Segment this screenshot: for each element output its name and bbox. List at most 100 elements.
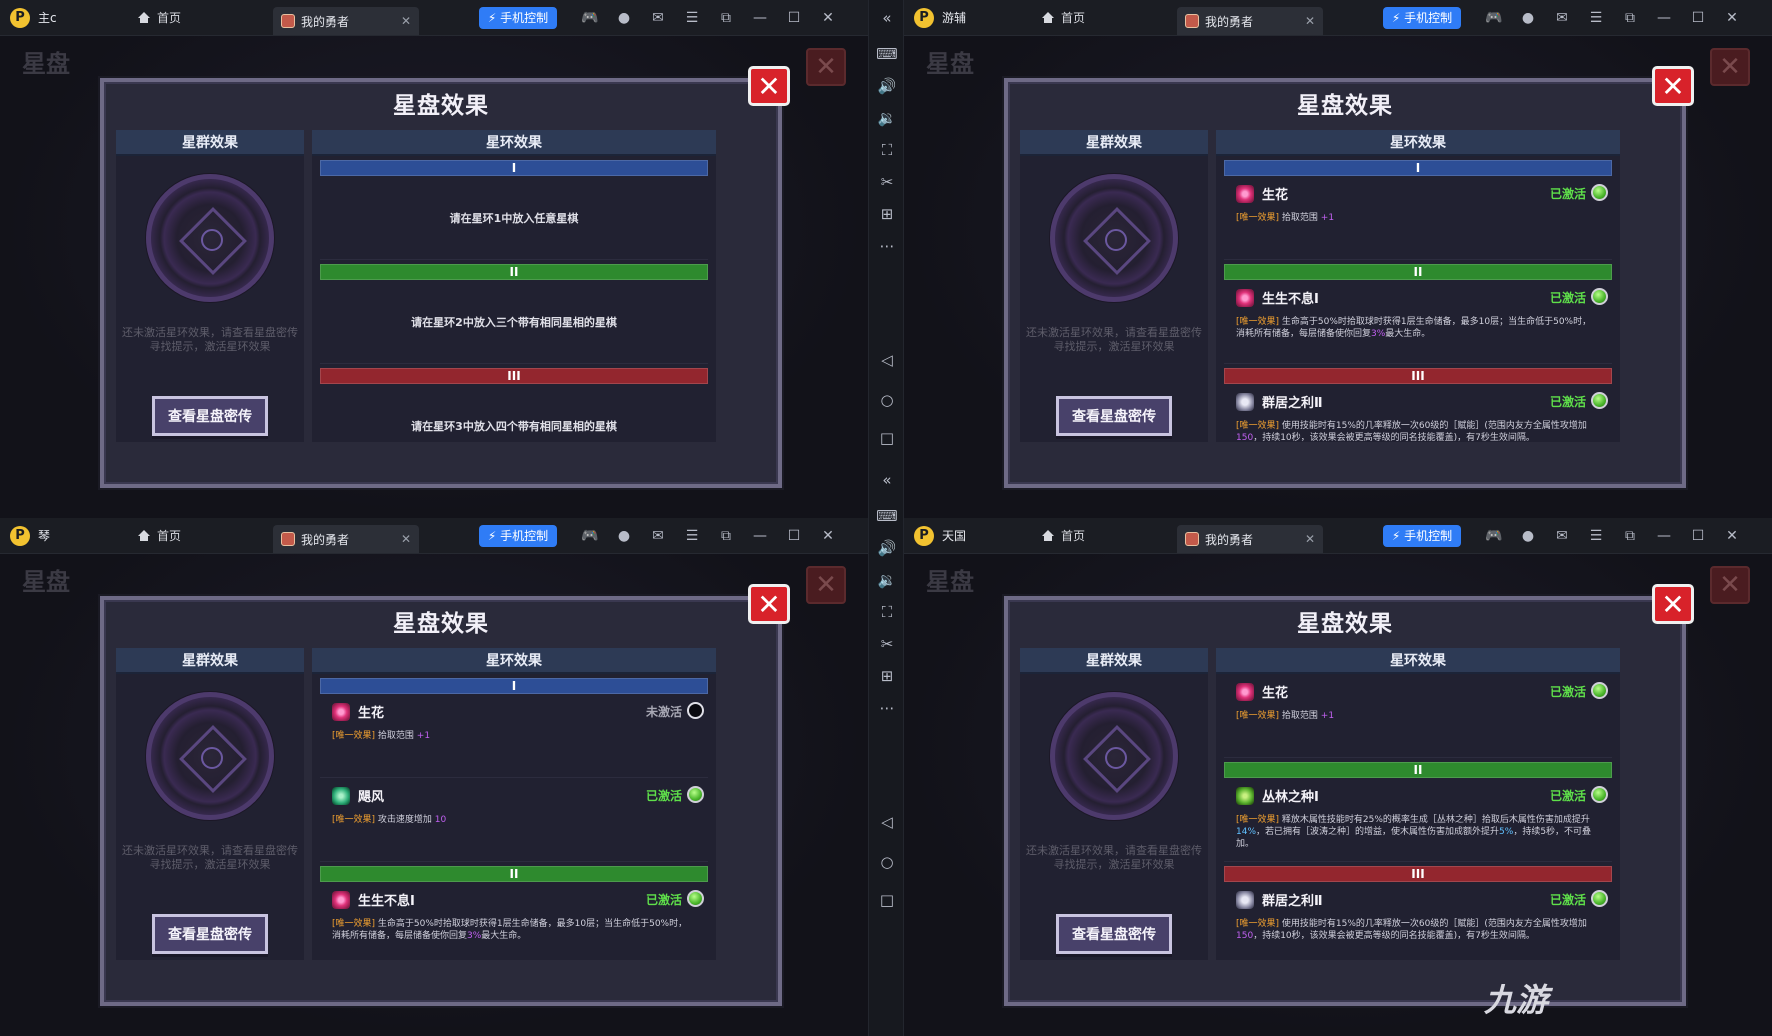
home-tab[interactable]: 首页 <box>1042 527 1177 544</box>
scissors-icon[interactable]: ✂ <box>869 166 905 198</box>
user-icon[interactable]: ● <box>607 10 641 26</box>
mail-icon[interactable]: ✉ <box>641 10 675 26</box>
ring-2-bar: II <box>1224 762 1612 778</box>
home-tab[interactable]: 首页 <box>138 9 273 26</box>
close-window-icon[interactable]: ✕ <box>1715 528 1749 544</box>
close-tab-icon[interactable]: ✕ <box>1305 14 1315 28</box>
effect-description: [唯一效果] 拾取范围 +1 <box>1236 212 1596 224</box>
gamepad-icon[interactable]: 🎮 <box>573 10 607 26</box>
background-close-icon: ✕ <box>1710 48 1750 86</box>
maximize-icon[interactable]: ☐ <box>1681 10 1715 26</box>
keyboard-icon[interactable]: ⌨ <box>869 38 905 70</box>
unique-tag: [唯一效果] <box>332 731 376 741</box>
game-tab[interactable]: 我的勇者 ✕ <box>1177 7 1323 35</box>
volume-up-icon[interactable]: 🔊 <box>869 532 905 564</box>
restore-icon[interactable]: ⧉ <box>1613 10 1647 26</box>
home-tab[interactable]: 首页 <box>138 527 273 544</box>
phone-control-button[interactable]: ⚡ 手机控制 <box>1383 6 1461 29</box>
close-panel-button[interactable]: ✕ <box>1652 584 1694 624</box>
view-starplate-lore-button[interactable]: 查看星盘密传 <box>152 396 268 436</box>
maximize-icon[interactable]: ☐ <box>777 10 811 26</box>
view-starplate-lore-button[interactable]: 查看星盘密传 <box>1056 914 1172 954</box>
user-icon[interactable]: ● <box>607 528 641 544</box>
recent-apps-icon[interactable]: □ <box>869 422 905 454</box>
close-window-icon[interactable]: ✕ <box>811 10 845 26</box>
effect-shenghua[interactable]: 生花 未激活 [唯一效果] 拾取范围 +1 <box>320 694 708 778</box>
screenshot-icon[interactable]: ⛶ <box>869 134 905 166</box>
effect-shenghua[interactable]: 生花 已激活 [唯一效果] 拾取范围 +1 <box>1224 176 1612 260</box>
restore-icon[interactable]: ⧉ <box>709 528 743 544</box>
volume-up-icon[interactable]: 🔊 <box>869 70 905 102</box>
home-circle-icon[interactable]: ○ <box>869 846 905 878</box>
minimize-icon[interactable]: — <box>743 10 777 26</box>
mail-icon[interactable]: ✉ <box>641 528 675 544</box>
home-circle-icon[interactable]: ○ <box>869 384 905 416</box>
add-window-icon[interactable]: ⊞ <box>869 198 905 230</box>
mail-icon[interactable]: ✉ <box>1545 10 1579 26</box>
phone-control-button[interactable]: ⚡ 手机控制 <box>1383 524 1461 547</box>
keyboard-icon[interactable]: ⌨ <box>869 500 905 532</box>
cluster-effects-column: 星群效果 还未激活星环效果，请查看星盘密传寻找提示，激活星环效果 查看星盘密传 <box>1020 648 1208 960</box>
cluster-effects-header: 星群效果 <box>1020 648 1208 674</box>
user-icon[interactable]: ● <box>1511 10 1545 26</box>
effect-conglin[interactable]: 丛林之种Ⅰ 已激活 [唯一效果] 释放木属性技能时有25%的概率生成［丛林之种］… <box>1224 778 1612 862</box>
user-icon[interactable]: ● <box>1511 528 1545 544</box>
more-icon[interactable]: ⋯ <box>869 230 905 262</box>
close-panel-button[interactable]: ✕ <box>1652 66 1694 106</box>
gamepad-icon[interactable]: 🎮 <box>573 528 607 544</box>
unique-tag: [唯一效果] <box>332 919 376 929</box>
game-tab[interactable]: 我的勇者 ✕ <box>273 525 419 553</box>
menu-icon[interactable]: ☰ <box>1579 10 1613 26</box>
close-tab-icon[interactable]: ✕ <box>401 532 411 546</box>
phone-control-button[interactable]: ⚡ 手机控制 <box>479 524 557 547</box>
effect-qunju[interactable]: 群居之利Ⅱ 已激活 [唯一效果] 使用技能时有15%的几率释放一次60级的［赋能… <box>1224 882 1612 960</box>
minimize-icon[interactable]: — <box>1647 528 1681 544</box>
effect-jufeng[interactable]: 飓风 已激活 [唯一效果] 攻击速度增加 10 <box>320 778 708 862</box>
restore-icon[interactable]: ⧉ <box>709 10 743 26</box>
cluster-effects-header: 星群效果 <box>116 648 304 674</box>
collapse-sidebar-icon[interactable]: « <box>869 2 905 34</box>
home-tab[interactable]: 首页 <box>1042 9 1177 26</box>
collapse-sidebar-icon[interactable]: « <box>869 464 905 496</box>
mail-icon[interactable]: ✉ <box>1545 528 1579 544</box>
maximize-icon[interactable]: ☐ <box>777 528 811 544</box>
maximize-icon[interactable]: ☐ <box>1681 528 1715 544</box>
active-indicator-icon <box>1591 392 1608 409</box>
close-window-icon[interactable]: ✕ <box>1715 10 1749 26</box>
effect-qunju[interactable]: 群居之利Ⅱ 已激活 [唯一效果] 使用技能时有15%的几率释放一次60级的［赋能… <box>1224 384 1612 442</box>
effect-shengsheng[interactable]: 生生不息Ⅰ 已激活 [唯一效果] 生命高于50%时拾取球时获得1层生命储备，最多… <box>1224 280 1612 364</box>
active-indicator-icon <box>1591 288 1608 305</box>
close-tab-icon[interactable]: ✕ <box>401 14 411 28</box>
recent-apps-icon[interactable]: □ <box>869 884 905 916</box>
game-tab[interactable]: 我的勇者 ✕ <box>273 7 419 35</box>
close-panel-button[interactable]: ✕ <box>748 584 790 624</box>
effect-shengsheng[interactable]: 生生不息Ⅰ 已激活 [唯一效果] 生命高于50%时拾取球时获得1层生命储备，最多… <box>320 882 708 960</box>
starplate-effects-panel: 星盘效果 ✕ 星群效果 还未激活星环效果，请查看星盘密传寻找提示，激活星环效果 … <box>1004 584 1694 1006</box>
minimize-icon[interactable]: — <box>743 528 777 544</box>
volume-down-icon[interactable]: 🔉 <box>869 102 905 134</box>
effect-status: 已激活 <box>1549 395 1586 409</box>
back-icon[interactable]: ◁ <box>869 344 905 376</box>
view-starplate-lore-button[interactable]: 查看星盘密传 <box>1056 396 1172 436</box>
phone-control-button[interactable]: ⚡ 手机控制 <box>479 6 557 29</box>
effect-shenghua[interactable]: 生花 已激活 [唯一效果] 拾取范围 +1 <box>1224 674 1612 758</box>
close-tab-icon[interactable]: ✕ <box>1305 532 1315 546</box>
more-icon[interactable]: ⋯ <box>869 692 905 724</box>
back-icon[interactable]: ◁ <box>869 806 905 838</box>
gamepad-icon[interactable]: 🎮 <box>1477 528 1511 544</box>
menu-icon[interactable]: ☰ <box>1579 528 1613 544</box>
restore-icon[interactable]: ⧉ <box>1613 528 1647 544</box>
menu-icon[interactable]: ☰ <box>675 10 709 26</box>
menu-icon[interactable]: ☰ <box>675 528 709 544</box>
close-window-icon[interactable]: ✕ <box>811 528 845 544</box>
scissors-icon[interactable]: ✂ <box>869 628 905 660</box>
add-window-icon[interactable]: ⊞ <box>869 660 905 692</box>
close-panel-button[interactable]: ✕ <box>748 66 790 106</box>
screenshot-icon[interactable]: ⛶ <box>869 596 905 628</box>
minimize-icon[interactable]: — <box>1647 10 1681 26</box>
game-tab[interactable]: 我的勇者 ✕ <box>1177 525 1323 553</box>
view-starplate-lore-button[interactable]: 查看星盘密传 <box>152 914 268 954</box>
gamepad-icon[interactable]: 🎮 <box>1477 10 1511 26</box>
desc-text: ，若已拥有［波涛之种］的增益，使木属性伤害加成额外提升 <box>1256 827 1500 837</box>
volume-down-icon[interactable]: 🔉 <box>869 564 905 596</box>
